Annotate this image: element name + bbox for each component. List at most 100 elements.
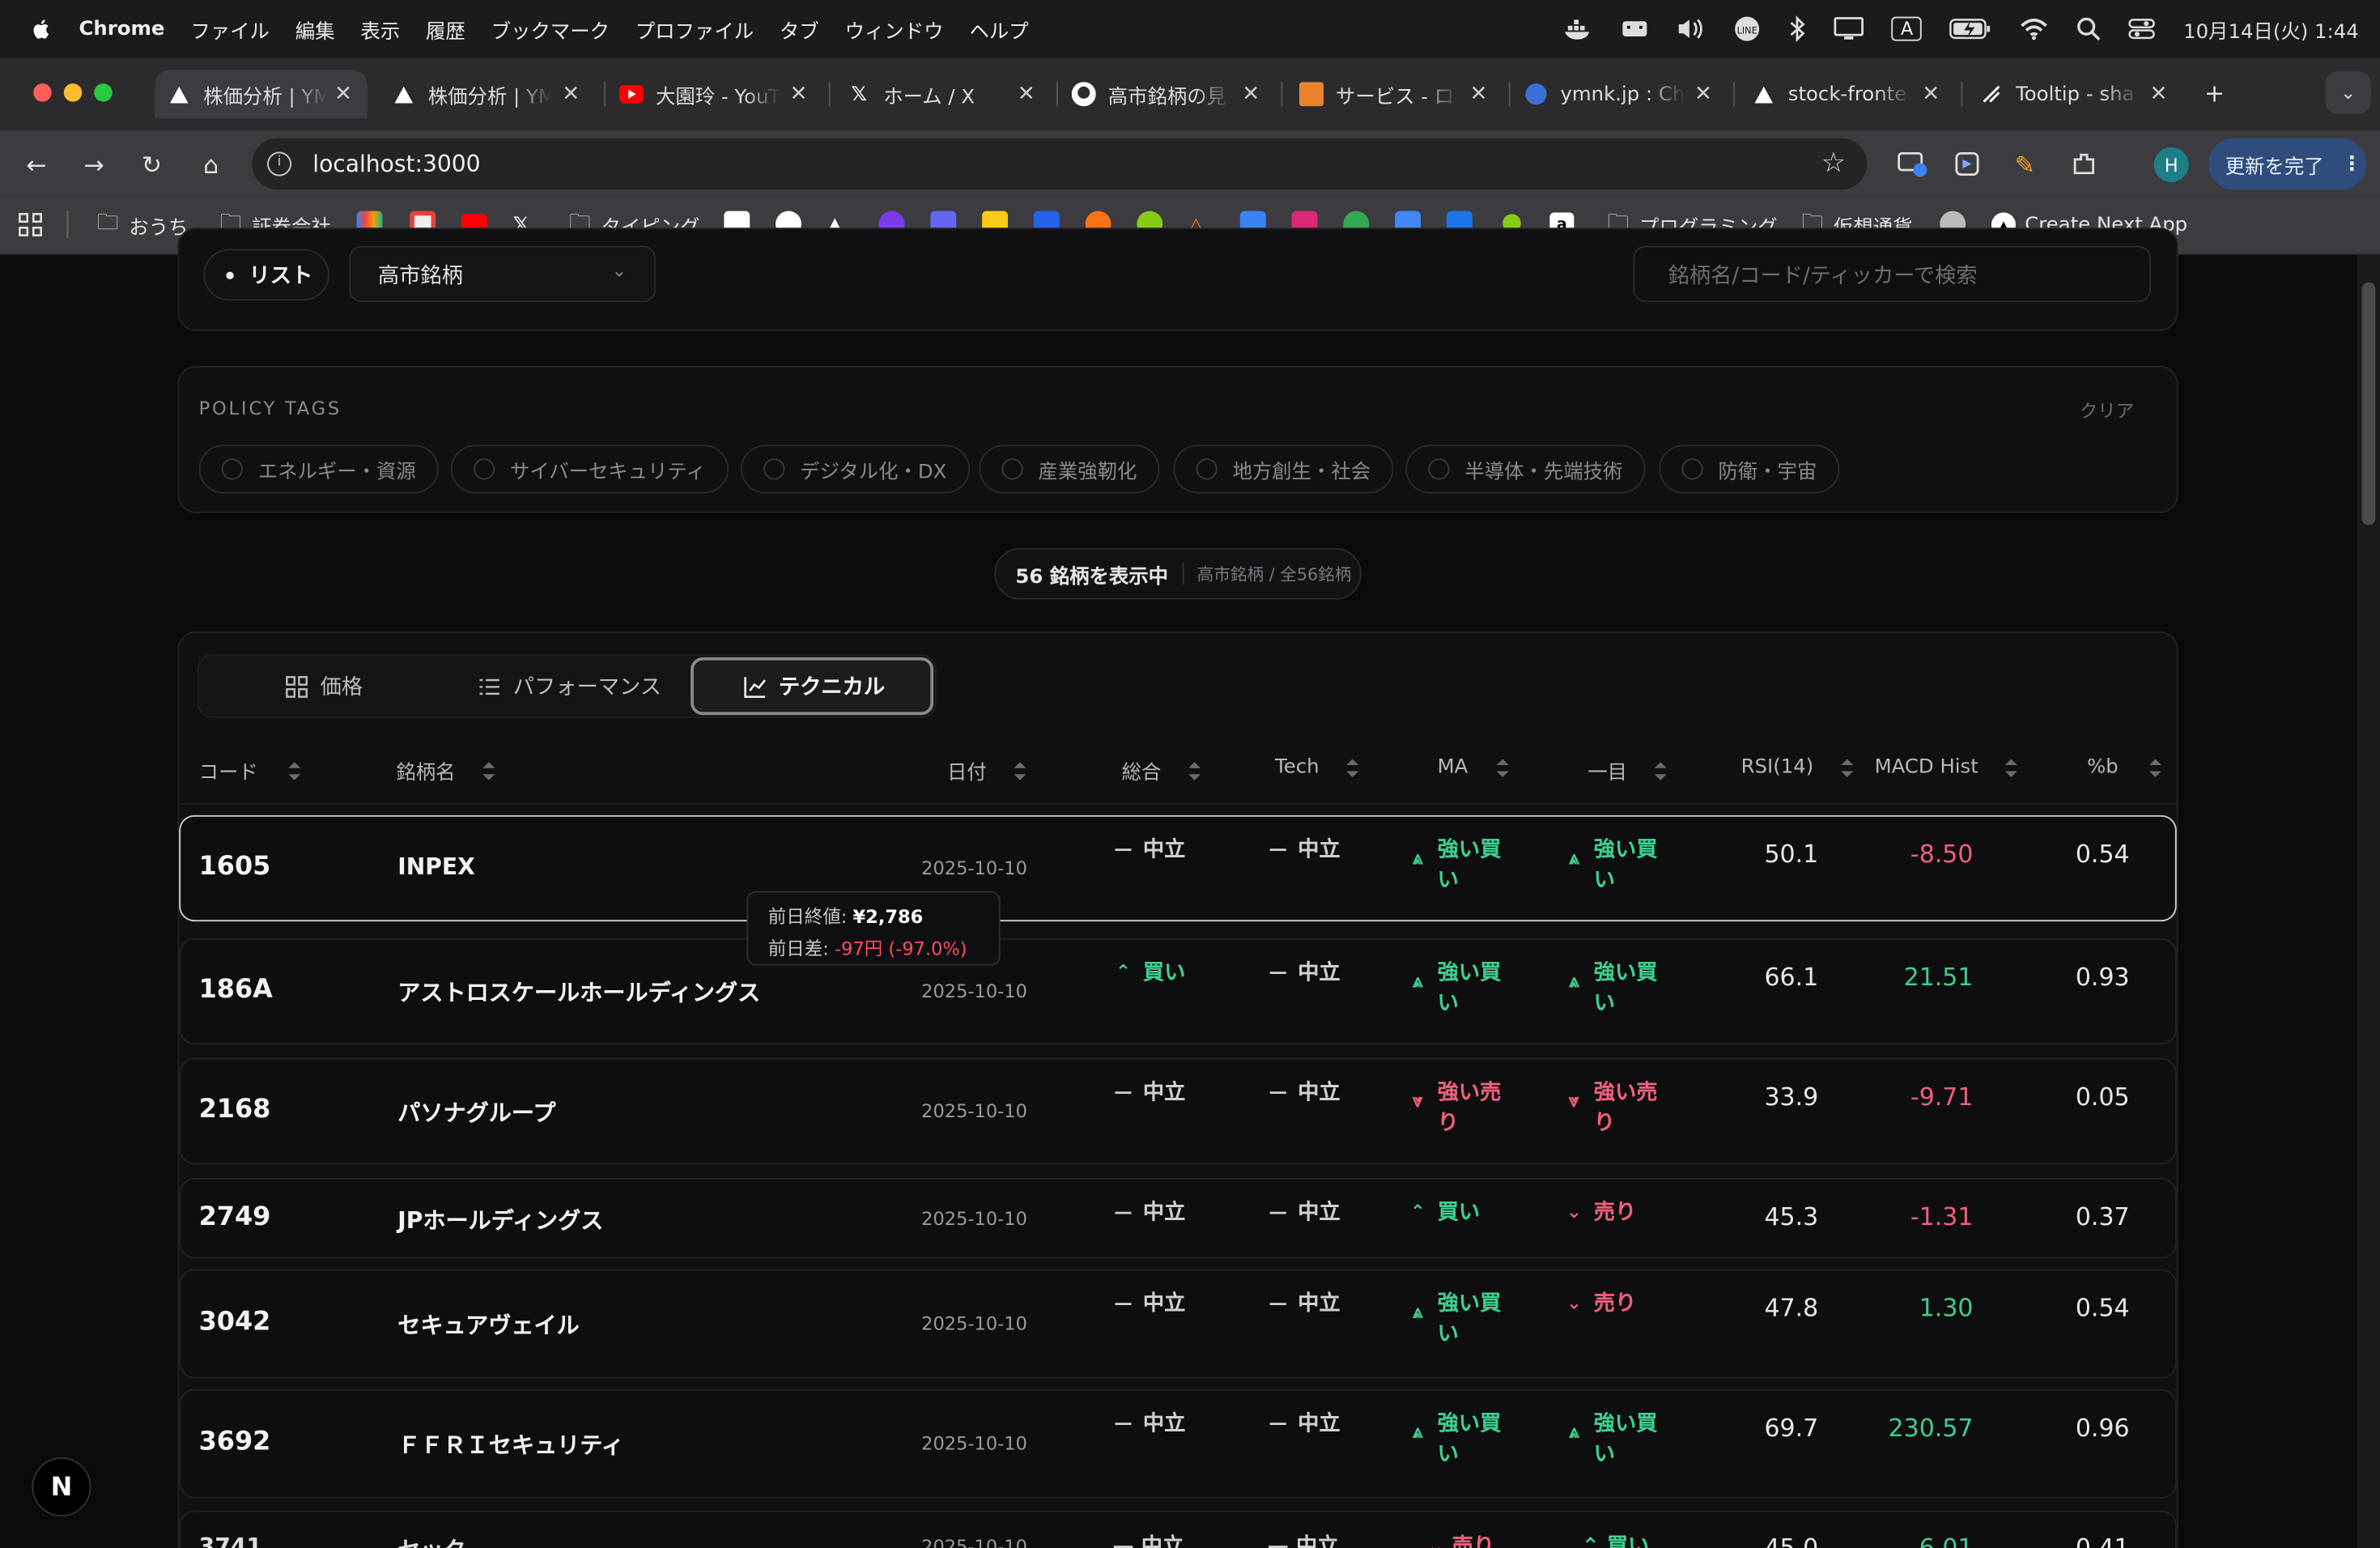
browser-tab[interactable]: 𝕏 ホーム / X ✕	[835, 70, 1050, 118]
input-source-indicator[interactable]: A	[1891, 16, 1923, 41]
col-rsi[interactable]: RSI(14)	[1741, 756, 1854, 779]
spotlight-search-icon[interactable]	[2077, 17, 2102, 41]
dot-icon	[226, 270, 234, 279]
browser-tab[interactable]: サービス - ロ ✕	[1287, 70, 1502, 118]
col-tech[interactable]: Tech	[1275, 756, 1359, 779]
list-mode-toggle[interactable]: リスト	[203, 249, 329, 301]
policy-tag-energy[interactable]: エネルギー・資源	[198, 444, 439, 494]
bookmark-star-icon[interactable]: ☆	[1821, 147, 1846, 179]
tab-close-icon[interactable]: ✕	[334, 82, 352, 106]
chevron-down-icon: ⌄	[1566, 1291, 1582, 1313]
back-arrow-icon[interactable]: ←	[19, 146, 55, 182]
col-code[interactable]: コード	[199, 756, 301, 785]
sort-icon	[482, 759, 495, 780]
address-url[interactable]: localhost:3000	[312, 151, 480, 178]
game-controller-icon[interactable]	[1621, 19, 1649, 40]
pen-extension-icon[interactable]: ✎	[2007, 146, 2043, 182]
browser-tab[interactable]: ymnk.jp : Ch ✕	[1512, 70, 1728, 118]
tab-price[interactable]: 価格	[286, 671, 363, 702]
row-ichimoku-signal: ⩓ 強い買い	[1563, 958, 1672, 1019]
display-icon[interactable]	[1834, 17, 1864, 41]
policy-tag-defense[interactable]: 防衛・宇宙	[1659, 444, 1840, 494]
wifi-icon[interactable]	[2020, 17, 2051, 41]
line-icon[interactable]: LINE	[1734, 15, 1762, 43]
menu-app-name[interactable]: Chrome	[79, 18, 165, 40]
cast-extension-icon[interactable]	[1894, 146, 1931, 182]
nextjs-dev-badge[interactable]: N	[32, 1457, 91, 1517]
profile-avatar[interactable]: H	[2153, 147, 2189, 182]
tab-close-icon[interactable]: ✕	[1018, 82, 1035, 106]
col-macd[interactable]: MACD Hist	[1875, 756, 2018, 779]
more-menu-icon[interactable]: ⋮	[2342, 152, 2361, 175]
policy-tag-semiconductor[interactable]: 半導体・先端技術	[1405, 444, 1646, 494]
window-minimize-button[interactable]	[63, 83, 83, 102]
tab-close-icon[interactable]: ✕	[1469, 82, 1487, 106]
browser-tab[interactable]: 大園玲 - YouTube ✕	[607, 70, 822, 118]
browser-tab[interactable]: 高市銘柄の見 ✕	[1060, 70, 1275, 118]
tab-search-chevron-icon[interactable]: ⌄	[2325, 71, 2371, 114]
clear-tags-button[interactable]: クリア	[2080, 398, 2135, 423]
browser-tab[interactable]: Tooltip - sha ✕	[1967, 70, 2182, 118]
volume-icon[interactable]	[1676, 17, 1706, 41]
menu-bookmarks[interactable]: ブックマーク	[491, 15, 610, 43]
row-ma-signal: ⩓ 強い買い	[1407, 1409, 1516, 1469]
forward-arrow-icon[interactable]: →	[76, 146, 113, 182]
page-scrollbar-thumb[interactable]	[2361, 282, 2376, 525]
tab-close-icon[interactable]: ✕	[562, 82, 580, 106]
menu-profiles[interactable]: プロファイル	[635, 15, 754, 43]
menu-history[interactable]: 履歴	[426, 15, 465, 43]
policy-tag-industry[interactable]: 産業強靭化	[979, 444, 1160, 494]
menubar-clock[interactable]: 10月14日(火) 1:44	[2183, 15, 2359, 43]
bluetooth-icon[interactable]	[1788, 15, 1807, 43]
tab-close-icon[interactable]: ✕	[1922, 82, 1940, 106]
apple-icon[interactable]	[28, 15, 55, 43]
battery-icon[interactable]	[1949, 19, 1992, 40]
apps-grid-icon[interactable]	[19, 208, 43, 241]
browser-tab[interactable]: 株価分析 | YM ✕	[380, 70, 595, 118]
browser-tab-active[interactable]: 株価分析 | YM ✕	[155, 70, 368, 119]
col-percent-b[interactable]: %b	[2087, 756, 2161, 779]
policy-tag-digital[interactable]: デジタル化・DX	[741, 444, 970, 494]
menu-edit[interactable]: 編集	[295, 15, 335, 43]
policy-tag-cyber[interactable]: サイバーセキュリティ	[450, 444, 729, 494]
tab-close-icon[interactable]: ✕	[1242, 82, 1260, 106]
home-icon[interactable]: ⌂	[193, 146, 229, 182]
reload-icon[interactable]: ↻	[134, 146, 170, 182]
menu-window[interactable]: ウィンドウ	[845, 15, 944, 43]
col-label: 一目	[1587, 762, 1628, 785]
search-input[interactable]: 銘柄名/コード/ティッカーで検索	[1633, 245, 2151, 303]
menu-file[interactable]: ファイル	[190, 15, 270, 43]
control-center-icon[interactable]	[2129, 17, 2157, 41]
menu-view[interactable]: 表示	[360, 15, 400, 43]
window-zoom-button[interactable]	[94, 83, 113, 102]
browser-tab[interactable]: stock-fronte ✕	[1740, 70, 1955, 118]
col-ichimoku[interactable]: 一目	[1587, 756, 1667, 785]
tag-label: 半導体・先端技術	[1464, 461, 1623, 484]
docker-icon[interactable]	[1564, 17, 1595, 41]
window-close-button[interactable]	[33, 83, 52, 102]
row-macd: 21.51	[1903, 962, 1974, 992]
col-overall[interactable]: 総合	[1122, 756, 1201, 785]
tab-close-icon[interactable]: ✕	[2149, 82, 2167, 106]
extension-cube-icon[interactable]	[1949, 146, 1986, 182]
table-row[interactable]	[179, 814, 2177, 922]
tab-technical[interactable]: テクニカル	[691, 657, 934, 716]
update-button[interactable]: 更新を完了 ⋮	[2208, 138, 2367, 190]
bookmark-folder-home[interactable]: 🗀 おうち	[96, 208, 189, 241]
menu-help[interactable]: ヘルプ	[969, 15, 1028, 43]
tab-title: 株価分析 | YM	[203, 85, 328, 109]
col-name[interactable]: 銘柄名	[396, 756, 495, 785]
site-info-icon[interactable]: i	[267, 151, 291, 176]
col-ma[interactable]: MA	[1438, 756, 1509, 779]
list-select[interactable]: 高市銘柄 ⌄	[349, 245, 656, 303]
extensions-puzzle-icon[interactable]	[2066, 146, 2102, 182]
menu-tab[interactable]: タブ	[780, 15, 819, 43]
new-tab-icon[interactable]: +	[2196, 74, 2233, 111]
row-pb-partial: 0.41	[2075, 1533, 2130, 1548]
tab-close-icon[interactable]: ✕	[789, 82, 807, 106]
tab-close-icon[interactable]: ✕	[1694, 82, 1712, 106]
col-date[interactable]: 日付	[947, 756, 1026, 785]
tab-performance[interactable]: パフォーマンス	[478, 671, 661, 702]
address-bar[interactable]: i localhost:3000 ☆	[252, 138, 1868, 190]
policy-tag-regional[interactable]: 地方創生・社会	[1173, 444, 1394, 494]
